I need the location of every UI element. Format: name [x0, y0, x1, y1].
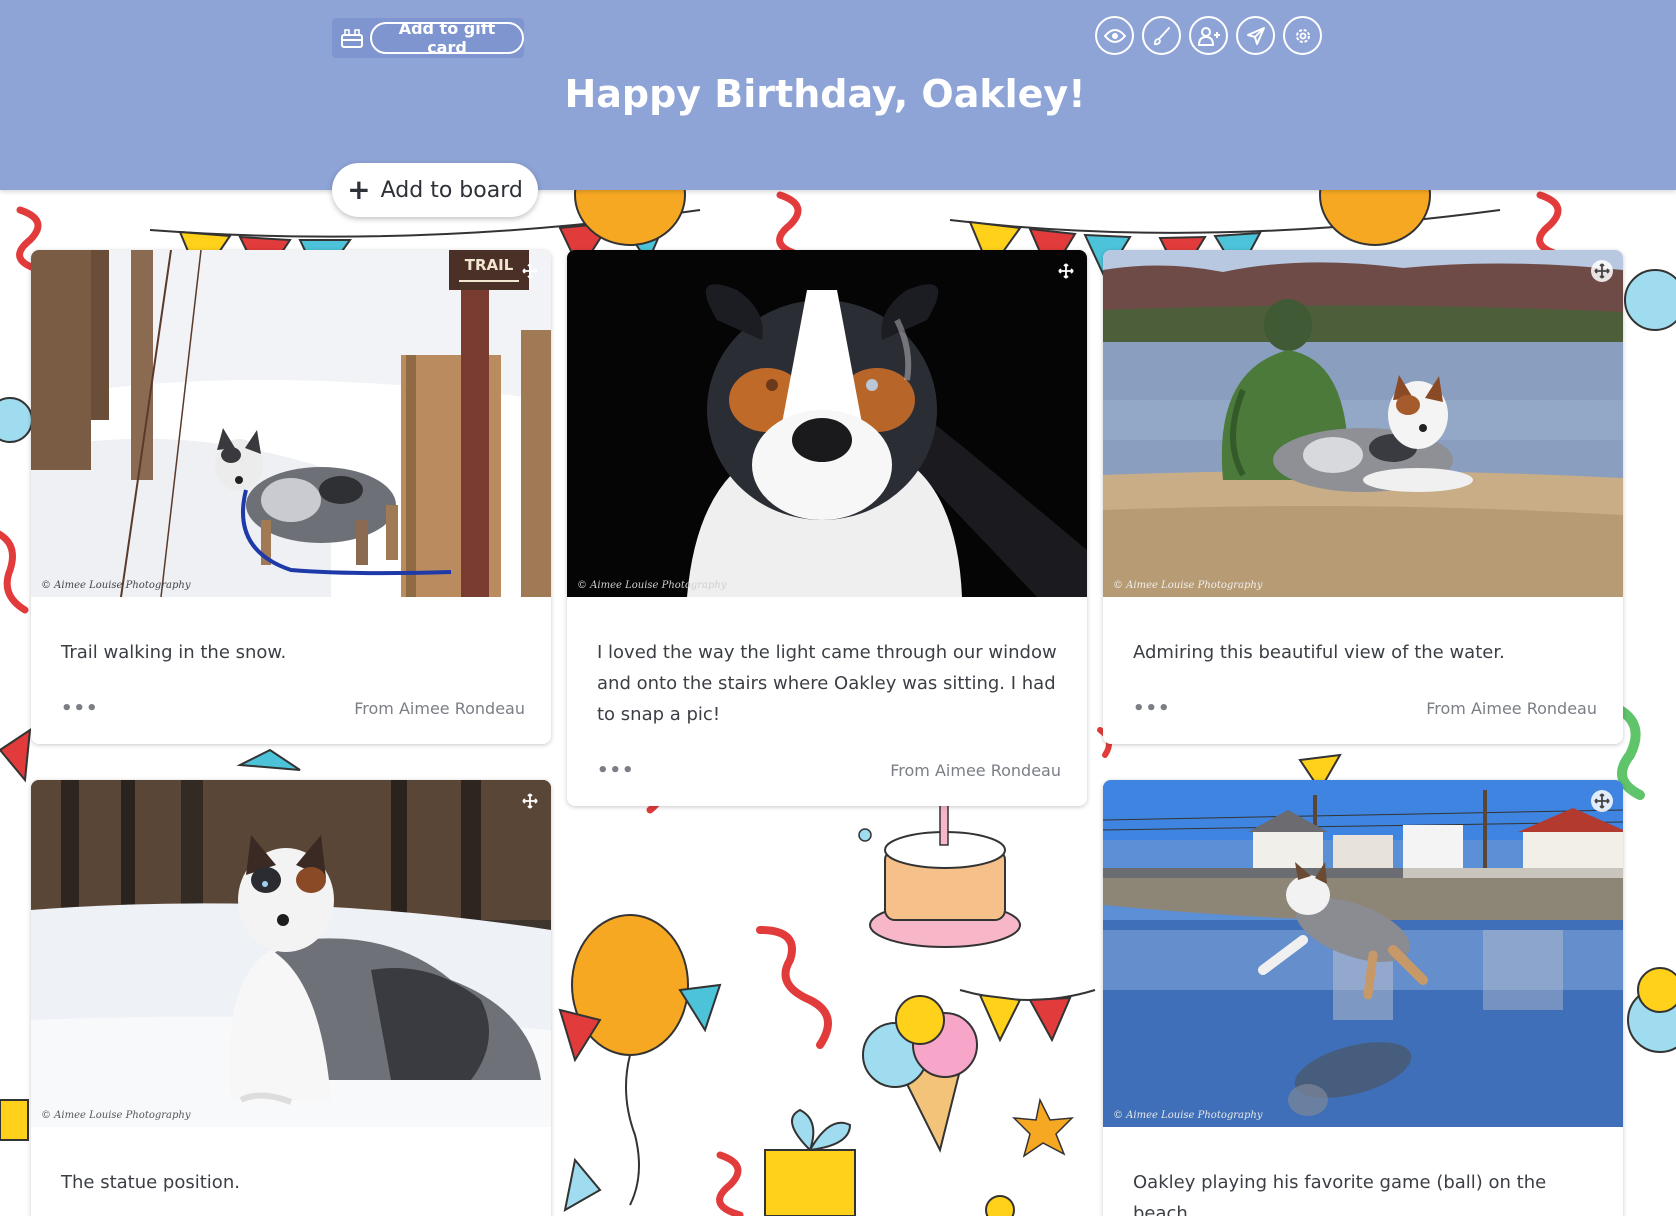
board-toolbar	[1095, 16, 1322, 55]
post-author: From Aimee Rondeau	[1426, 698, 1597, 718]
move-icon	[1594, 263, 1610, 279]
post-footer: ••• From Aimee Rondeau	[567, 750, 1087, 790]
move-handle[interactable]	[519, 790, 541, 812]
move-handle[interactable]	[1591, 790, 1613, 812]
post-footer: ••• From Aimee Rondeau	[31, 688, 551, 728]
eye-icon	[1103, 28, 1126, 43]
plus-icon: +	[347, 173, 371, 206]
post-author: From Aimee Rondeau	[354, 698, 525, 718]
post-photo: © Aimee Louise Photography	[1103, 780, 1623, 1127]
post-author: From Aimee Rondeau	[890, 760, 1061, 780]
post-caption: Trail walking in the snow.	[61, 642, 287, 663]
post-caption: I loved the way the light came through o…	[597, 642, 1057, 725]
post-footer: ••• From Aimee Rondeau	[1103, 688, 1623, 728]
board-header: Add to gift card Happy Birthday, Oakley!	[0, 0, 1676, 190]
photo-watermark: © Aimee Louise Photography	[1113, 1110, 1263, 1121]
gift-card-area: Add to gift card	[332, 18, 524, 58]
post-caption: Admiring this beautiful view of the wate…	[1133, 642, 1505, 663]
photo-watermark: © Aimee Louise Photography	[41, 1110, 191, 1121]
post-card-trail[interactable]: TRAIL © Aimee Louise Photography Trail w…	[31, 250, 551, 744]
post-card-window-light[interactable]: © Aimee Louise Photography I loved the w…	[567, 250, 1087, 806]
gift-card-icon	[340, 25, 364, 51]
move-handle[interactable]	[1055, 260, 1077, 282]
post-caption: Oakley playing his favorite game (ball) …	[1133, 1172, 1547, 1216]
photo-watermark: © Aimee Louise Photography	[41, 580, 191, 591]
post-photo: © Aimee Louise Photography	[1103, 250, 1623, 597]
add-to-gift-card-button[interactable]: Add to gift card	[370, 19, 524, 57]
post-card-water-view[interactable]: © Aimee Louise Photography Admiring this…	[1103, 250, 1623, 744]
send-button[interactable]	[1236, 16, 1275, 55]
settings-button[interactable]	[1283, 16, 1322, 55]
move-icon	[1058, 263, 1074, 279]
post-photo: TRAIL © Aimee Louise Photography	[31, 250, 551, 597]
send-icon	[1246, 26, 1265, 45]
invite-button[interactable]	[1189, 16, 1228, 55]
post-card-statue[interactable]: © Aimee Louise Photography The statue po…	[31, 780, 551, 1216]
post-caption: The statue position.	[61, 1172, 240, 1193]
preview-button[interactable]	[1095, 16, 1134, 55]
more-options-button[interactable]: •••	[61, 698, 99, 719]
board-title: Happy Birthday, Oakley!	[564, 72, 1086, 116]
add-to-board-button[interactable]: + Add to board	[332, 163, 538, 217]
move-icon	[522, 263, 538, 279]
post-photo: © Aimee Louise Photography	[567, 250, 1087, 597]
gear-icon	[1295, 28, 1310, 43]
move-handle[interactable]	[1591, 260, 1613, 282]
add-user-icon	[1197, 26, 1220, 46]
post-photo: © Aimee Louise Photography	[31, 780, 551, 1127]
photo-watermark: © Aimee Louise Photography	[1113, 580, 1263, 591]
brush-icon	[1153, 26, 1170, 45]
trail-sign: TRAIL	[465, 256, 514, 274]
more-options-button[interactable]: •••	[597, 760, 635, 781]
move-icon	[1594, 793, 1610, 809]
customize-button[interactable]	[1142, 16, 1181, 55]
move-icon	[522, 793, 538, 809]
move-handle[interactable]	[519, 260, 541, 282]
post-card-beach[interactable]: © Aimee Louise Photography Oakley playin…	[1103, 780, 1623, 1216]
more-options-button[interactable]: •••	[1133, 698, 1171, 719]
photo-watermark: © Aimee Louise Photography	[577, 580, 727, 591]
add-to-board-label: Add to board	[380, 177, 523, 203]
